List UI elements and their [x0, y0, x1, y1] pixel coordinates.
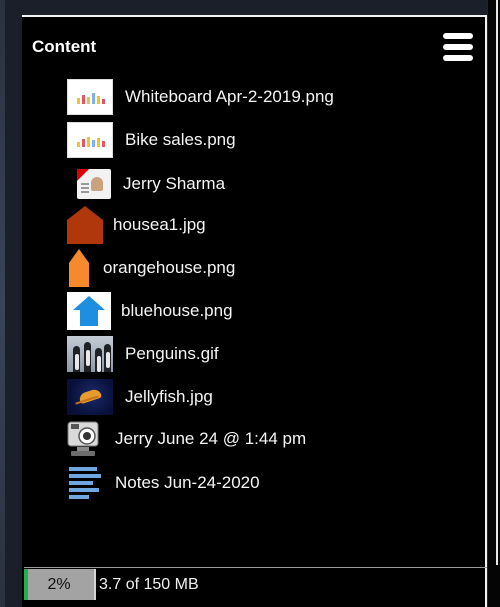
blue-house-icon — [67, 292, 111, 330]
whiteboard-thumbnail-icon — [67, 122, 113, 158]
penguins-thumbnail-icon — [67, 336, 113, 372]
scrollbar[interactable] — [496, 0, 498, 565]
storage-meter: 2% 3.7 of 150 MB — [24, 567, 487, 600]
item-label: housea1.jpg — [113, 215, 206, 234]
jellyfish-thumbnail-icon — [67, 379, 113, 415]
item-label: Jerry Sharma — [123, 174, 226, 193]
item-label: Notes Jun-24-2020 — [115, 473, 260, 492]
list-item-bike-sales[interactable]: Bike sales.png — [67, 121, 236, 159]
scroll-gutter — [487, 0, 500, 607]
list-item-jellyfish[interactable]: Jellyfish.jpg — [67, 378, 213, 416]
item-label: Penguins.gif — [125, 344, 219, 363]
app-window: Content Whiteboard Apr-2-2019.png Bike s… — [0, 0, 500, 607]
content-panel: Content Whiteboard Apr-2-2019.png Bike s… — [22, 15, 487, 607]
panel-title: Content — [32, 37, 97, 56]
storage-usage: 3.7 of 150 MB — [99, 576, 199, 593]
window-edge — [0, 0, 5, 607]
item-label: orangehouse.png — [103, 258, 236, 277]
storage-percent: 2% — [47, 576, 71, 593]
item-label: Jellyfish.jpg — [125, 387, 213, 406]
webcam-icon — [67, 420, 103, 458]
list-item-whiteboard[interactable]: Whiteboard Apr-2-2019.png — [67, 78, 334, 116]
storage-divider — [94, 569, 96, 600]
list-item-jerry-sharma[interactable]: Jerry Sharma — [77, 165, 225, 203]
storage-progress-bar: 2% — [24, 569, 94, 600]
list-item-penguins[interactable]: Penguins.gif — [67, 335, 219, 373]
item-label: Whiteboard Apr-2-2019.png — [125, 87, 334, 106]
whiteboard-thumbnail-icon — [67, 79, 113, 115]
list-item-bluehouse[interactable]: bluehouse.png — [67, 292, 233, 330]
list-item-jerry-recording[interactable]: Jerry June 24 @ 1:44 pm — [67, 420, 306, 458]
red-house-icon — [67, 206, 103, 244]
notes-icon — [67, 465, 103, 501]
list-item-housea1[interactable]: housea1.jpg — [67, 206, 206, 244]
contact-card-icon — [77, 169, 111, 199]
orange-house-icon — [67, 249, 91, 287]
list-item-notes[interactable]: Notes Jun-24-2020 — [67, 464, 260, 502]
item-label: Jerry June 24 @ 1:44 pm — [115, 429, 307, 448]
item-label: bluehouse.png — [121, 301, 233, 320]
list-item-orangehouse[interactable]: orangehouse.png — [67, 249, 235, 287]
item-label: Bike sales.png — [125, 130, 236, 149]
hamburger-menu-icon[interactable] — [443, 33, 473, 63]
